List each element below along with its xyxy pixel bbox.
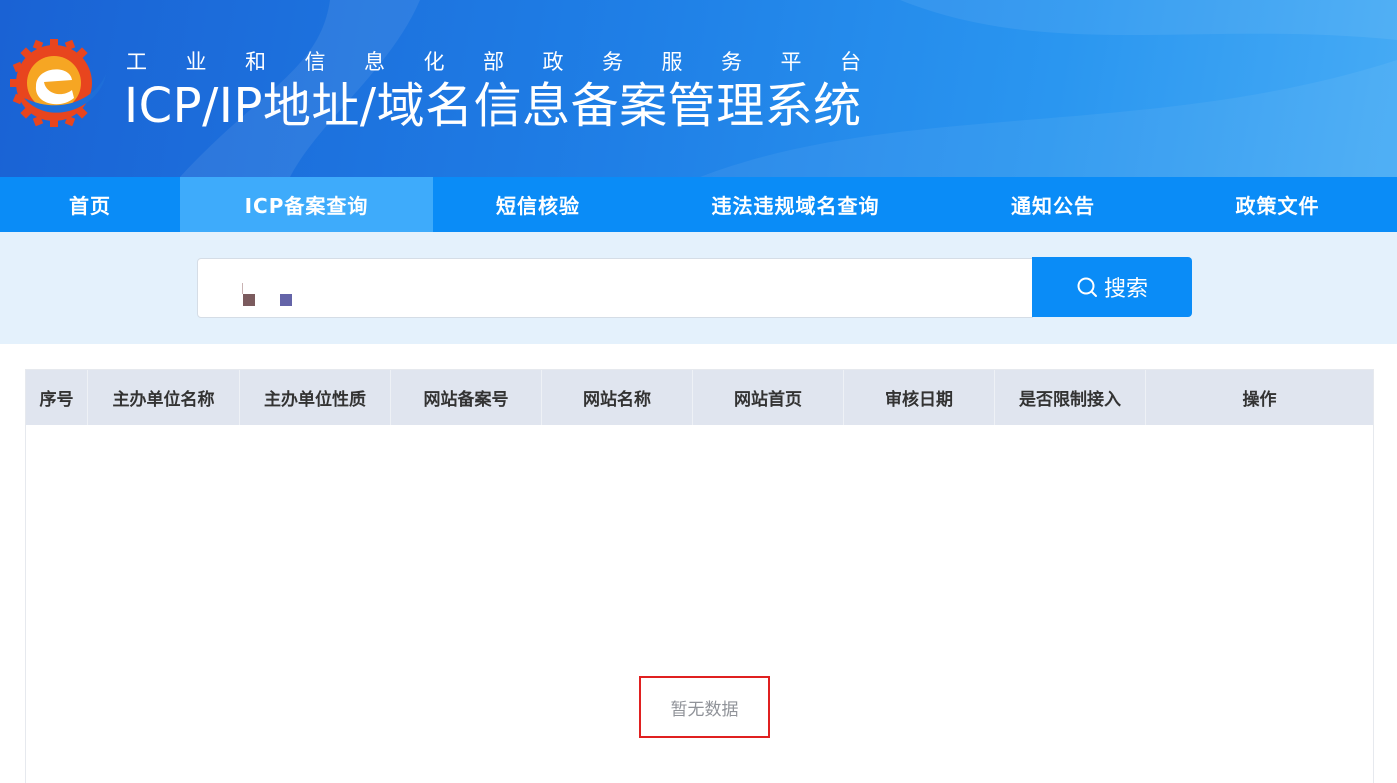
nav-sms-verify[interactable]: 短信核验 bbox=[433, 177, 643, 232]
search-icon bbox=[1077, 277, 1097, 297]
nav-icp-query[interactable]: ICP备案查询 bbox=[180, 177, 433, 232]
column-header-organizer-name: 主办单位名称 bbox=[88, 370, 240, 425]
nav-home[interactable]: 首页 bbox=[0, 177, 180, 232]
miit-logo bbox=[10, 39, 106, 127]
nav-policy-docs[interactable]: 政策文件 bbox=[1158, 177, 1397, 232]
redacted-query-mark bbox=[280, 294, 292, 306]
main-nav: 首页 ICP备案查询 短信核验 违法违规域名查询 通知公告 政策文件 bbox=[0, 177, 1397, 232]
nav-illegal-domain-query[interactable]: 违法违规域名查询 bbox=[643, 177, 948, 232]
nav-notices[interactable]: 通知公告 bbox=[948, 177, 1158, 232]
empty-state-highlight: 暂无数据 bbox=[639, 676, 770, 738]
redacted-query-mark bbox=[243, 294, 255, 306]
platform-subtitle: 工业和信息化部政务服务平台 bbox=[126, 50, 900, 74]
column-header-site-name: 网站名称 bbox=[542, 370, 693, 425]
search-input[interactable] bbox=[197, 258, 1033, 318]
column-header-actions: 操作 bbox=[1242, 390, 1277, 410]
search-area: 搜索 bbox=[0, 232, 1397, 344]
results-table: 序号 主办单位名称 主办单位性质 网站备案号 网站名称 网站首页 审核日期 是否… bbox=[25, 369, 1374, 783]
system-title: ICP/IP地址/域名信息备案管理系统 bbox=[124, 78, 862, 134]
search-button-label: 搜索 bbox=[1103, 277, 1148, 302]
column-header-license-number: 网站备案号 bbox=[391, 370, 542, 425]
header-banner: 工业和信息化部政务服务平台 ICP/IP地址/域名信息备案管理系统 bbox=[0, 0, 1397, 177]
column-header-index: 序号 bbox=[26, 370, 88, 425]
search-button[interactable]: 搜索 bbox=[1032, 257, 1192, 317]
empty-state-text: 暂无数据 bbox=[670, 699, 739, 720]
column-header-organizer-type: 主办单位性质 bbox=[240, 370, 391, 425]
column-header-review-date: 审核日期 bbox=[844, 370, 995, 425]
column-header-access-restricted: 是否限制接入 bbox=[995, 370, 1146, 425]
table-header: 序号 主办单位名称 主办单位性质 网站备案号 网站名称 网站首页 审核日期 是否… bbox=[26, 370, 1373, 425]
column-header-site-homepage: 网站首页 bbox=[693, 370, 844, 425]
text-cursor bbox=[242, 283, 243, 294]
